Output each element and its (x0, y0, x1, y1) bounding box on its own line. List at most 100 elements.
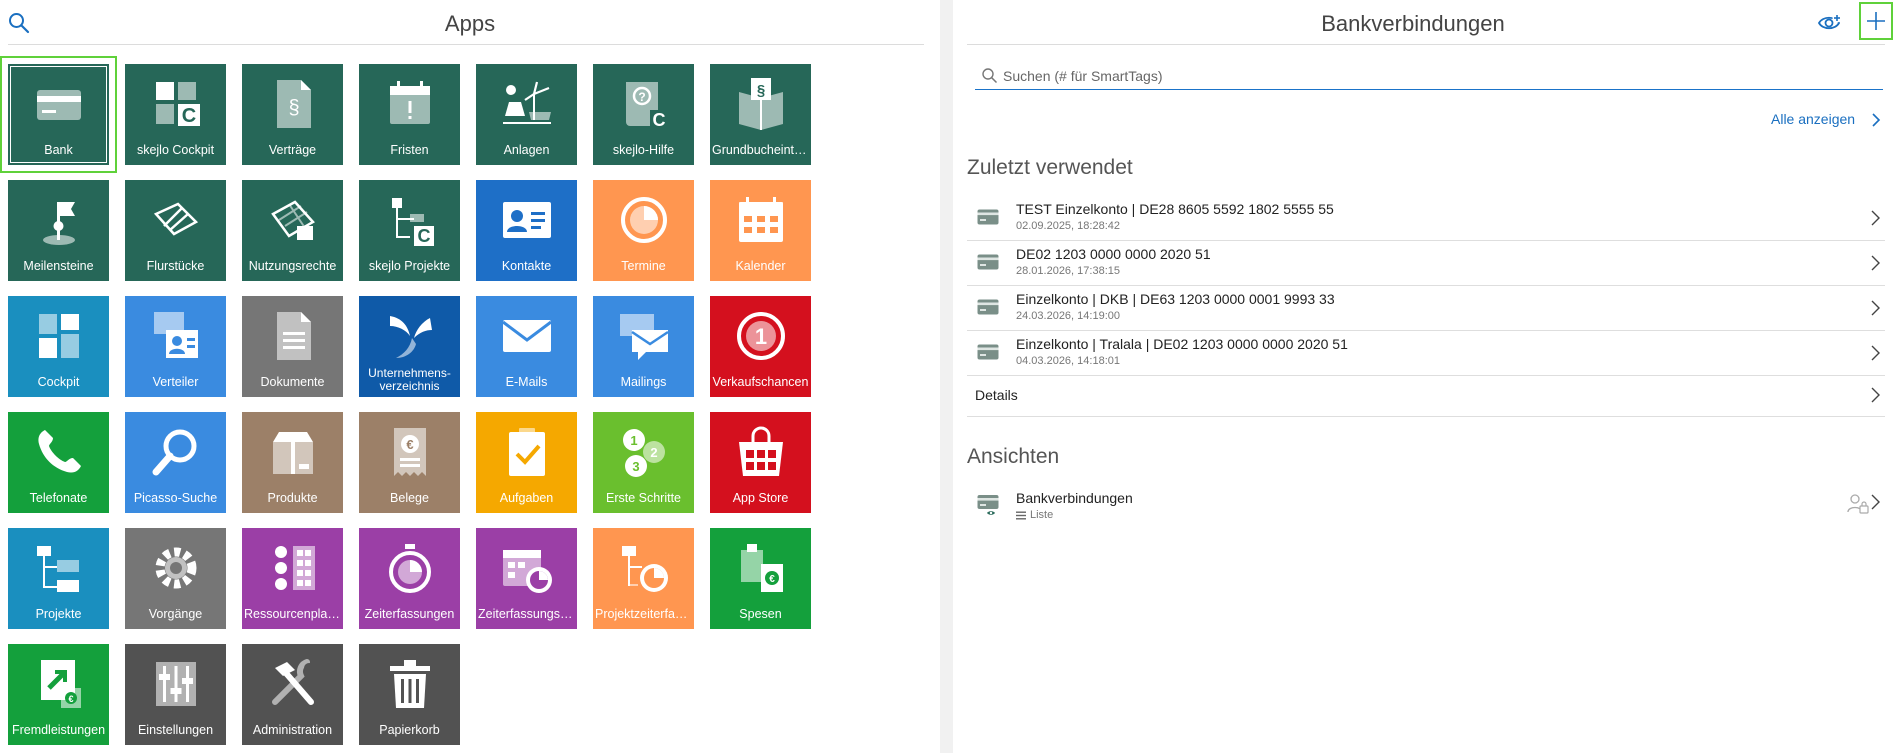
eye-plus-icon[interactable] (1817, 12, 1843, 34)
recent-item-name: Einzelkonto | Tralala | DE02 1203 0000 0… (1016, 336, 1348, 352)
app-tile[interactable]: Kontakte (476, 180, 577, 281)
pane-title: Bankverbindungen (1321, 11, 1505, 36)
chevron-right-icon (1871, 300, 1880, 316)
recent-section-title: Zuletzt verwendet (967, 156, 1133, 179)
recent-item[interactable]: Einzelkonto | DKB | DE63 1203 0000 0001 … (967, 286, 1885, 331)
app-tile-label: Aufgaben (499, 491, 554, 505)
app-tile[interactable]: Fristen (359, 64, 460, 165)
app-tile[interactable]: Cskejlo Projekte (359, 180, 460, 281)
app-tile[interactable]: Termine (593, 180, 694, 281)
app-tile-label: Anlagen (503, 143, 550, 157)
bank-card-icon (977, 299, 999, 315)
app-tile[interactable]: € Spesen (710, 528, 811, 629)
app-tile[interactable]: Anlagen (476, 64, 577, 165)
project-tree-c-icon: C (359, 190, 460, 250)
add-button[interactable] (1859, 2, 1893, 40)
app-tile[interactable]: Zeiterfassungsk… (476, 528, 577, 629)
app-tile-label: Termine (621, 259, 666, 273)
app-tile[interactable]: Unternehmens-verzeichnis (359, 296, 460, 397)
app-tile[interactable]: Nutzungsrechte (242, 180, 343, 281)
app-tile-label: Unternehmens-verzeichnis (368, 367, 451, 393)
app-tile-label: Nutzungsrechte (248, 259, 337, 273)
app-tile[interactable]: Flurstücke (125, 180, 226, 281)
chevron-right-icon (1871, 387, 1880, 403)
app-tile[interactable]: Cskejlo Cockpit (125, 64, 226, 165)
app-tile-label: skejlo Projekte (368, 259, 451, 273)
app-tile[interactable]: Produkte (242, 412, 343, 513)
recent-item-date: 04.03.2026, 14:18:01 (1016, 355, 1120, 367)
contract-icon: § (242, 74, 343, 134)
app-store-bag-icon (710, 422, 811, 482)
app-tile[interactable]: ? Cskejlo-Hilfe (593, 64, 694, 165)
app-tile[interactable]: Picasso-Suche (125, 412, 226, 513)
apps-divider (8, 44, 924, 45)
show-all-link[interactable]: Alle anzeigen (1771, 111, 1855, 127)
app-tile[interactable]: Kalender (710, 180, 811, 281)
app-tile-label: Cockpit (37, 375, 80, 389)
app-tile-label: Grundbucheintr… (712, 143, 809, 157)
app-tile-label: Telefonate (29, 491, 88, 505)
view-name: Bankverbindungen (1016, 490, 1133, 506)
svg-text:C: C (652, 110, 665, 130)
user-lock-icon[interactable] (1847, 493, 1869, 515)
app-tile-label: Verkaufschancen (712, 375, 809, 389)
recent-item[interactable]: Einzelkonto | Tralala | DE02 1203 0000 0… (967, 331, 1885, 376)
app-tile[interactable]: Einstellungen (125, 644, 226, 745)
app-tile-label: E-Mails (505, 375, 548, 389)
app-tile[interactable]: Verteiler (125, 296, 226, 397)
svg-text:€: € (68, 694, 73, 704)
help-book-icon: ? C (593, 74, 694, 134)
app-tile[interactable]: Cockpit (8, 296, 109, 397)
app-tile[interactable]: Ressourcenplan… (242, 528, 343, 629)
recent-item[interactable]: DE02 1203 0000 0000 2020 51 28.01.2026, 1… (967, 241, 1885, 286)
app-tile[interactable]: 1 2 3 Erste Schritte (593, 412, 694, 513)
app-tile-label: Papierkorb (379, 723, 440, 737)
tools-icon (242, 654, 343, 714)
mail-icon (476, 306, 577, 366)
app-tile[interactable]: Projekte (8, 528, 109, 629)
app-tile[interactable]: § Verträge (242, 64, 343, 165)
trash-icon (359, 654, 460, 714)
app-tile[interactable]: € Fremdleistungen (8, 644, 109, 745)
bank-card-icon (977, 209, 999, 225)
app-tile[interactable]: Aufgaben (476, 412, 577, 513)
app-tile[interactable]: Vorgänge (125, 528, 226, 629)
app-tile[interactable]: Bank (0, 56, 117, 173)
distribution-list-icon (125, 306, 226, 366)
pane-splitter[interactable] (940, 0, 953, 753)
recent-item[interactable]: TEST Einzelkonto | DE28 8605 5592 1802 5… (967, 196, 1885, 241)
app-tile[interactable]: Mailings (593, 296, 694, 397)
app-tile[interactable]: Meilensteine (8, 180, 109, 281)
milestone-flag-icon (8, 190, 109, 250)
app-tile[interactable]: Papierkorb (359, 644, 460, 745)
search-input[interactable] (1003, 64, 1863, 88)
recent-item-date: 24.03.2026, 14:19:00 (1016, 310, 1120, 322)
app-tile[interactable]: E-Mails (476, 296, 577, 397)
app-tile-label: Zeiterfassungsk… (478, 607, 575, 621)
app-tile-label: Ressourcenplan… (244, 607, 341, 621)
chevron-right-icon[interactable] (1870, 111, 1882, 129)
app-tile[interactable]: Telefonate (8, 412, 109, 513)
details-row[interactable]: Details (967, 374, 1885, 417)
app-tile[interactable]: App Store (710, 412, 811, 513)
svg-text:€: € (769, 574, 775, 585)
app-tile[interactable]: € Belege (359, 412, 460, 513)
view-item[interactable]: Bankverbindungen Liste (967, 487, 1885, 531)
app-tile[interactable]: Administration (242, 644, 343, 745)
process-gear-icon (125, 538, 226, 598)
svg-text:1: 1 (630, 433, 637, 448)
search-icon (982, 68, 998, 84)
land-register-icon: § (710, 74, 811, 134)
app-tile[interactable]: Dokumente (242, 296, 343, 397)
app-tile[interactable]: § Grundbucheintr… (710, 64, 811, 165)
view-type: Liste (1016, 509, 1053, 521)
settings-sliders-icon (125, 654, 226, 714)
app-tile[interactable]: Projektzeiterfass… (593, 528, 694, 629)
app-tile[interactable]: Zeiterfassungen (359, 528, 460, 629)
app-tile[interactable]: 1 Verkaufschancen (710, 296, 811, 397)
app-tile-label: Verteiler (152, 375, 199, 389)
app-tile-label: Belege (390, 491, 429, 505)
app-tile-label: Bank (44, 143, 73, 157)
calendar-icon (710, 190, 811, 250)
resource-plan-icon (242, 538, 343, 598)
